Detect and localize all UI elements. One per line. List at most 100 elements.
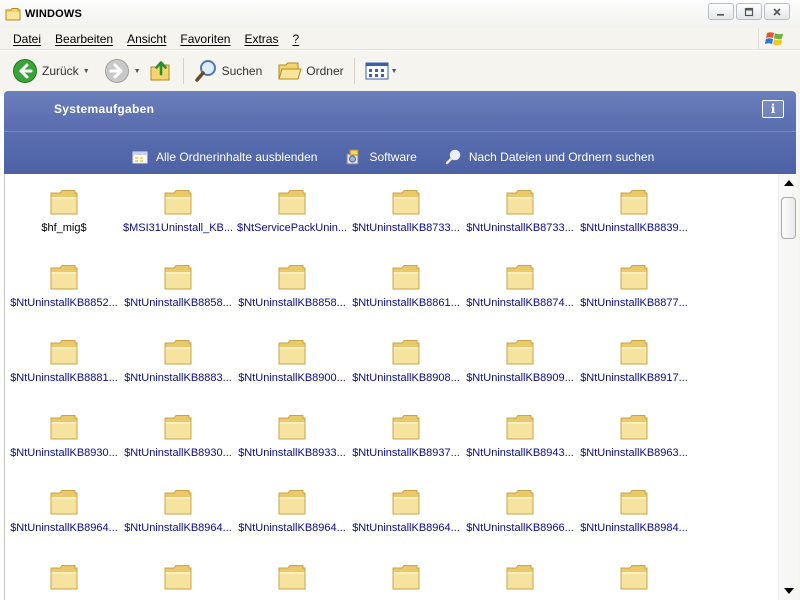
- folder-name: $NtUninstallKB8964...: [238, 522, 346, 534]
- menu-extras[interactable]: Extras: [238, 32, 286, 46]
- folder-item[interactable]: [463, 555, 577, 600]
- views-button[interactable]: ▼: [361, 55, 402, 87]
- folder-item[interactable]: $NtUninstallKB8966...: [463, 480, 577, 544]
- folder-name: $NtUninstallKB8883...: [124, 372, 232, 384]
- folder-icon: [277, 338, 307, 366]
- forward-dropdown-icon[interactable]: ▼: [134, 68, 141, 75]
- folder-item[interactable]: [7, 555, 121, 600]
- folder-item[interactable]: $NtUninstallKB8852...: [7, 255, 121, 319]
- menu-ansicht[interactable]: Ansicht: [121, 32, 174, 46]
- maximize-button[interactable]: [736, 3, 762, 20]
- folder-icon: [391, 263, 421, 291]
- folder-item[interactable]: $NtUninstallKB8861...: [349, 255, 463, 319]
- scroll-thumb[interactable]: [781, 197, 796, 239]
- folder-name: $NtUninstallKB8733...: [466, 222, 574, 234]
- folder-icon: [49, 263, 79, 291]
- task-software[interactable]: Software: [345, 149, 417, 165]
- folder-item[interactable]: $NtUninstallKB8964...: [121, 480, 235, 544]
- folder-item[interactable]: $NtUninstallKB8909...: [463, 330, 577, 394]
- folder-item[interactable]: $NtUninstallKB8858...: [121, 255, 235, 319]
- back-dropdown-icon[interactable]: ▼: [83, 68, 90, 75]
- folder-item[interactable]: $NtUninstallKB8839...: [577, 180, 691, 244]
- search-label: Suchen: [221, 64, 263, 78]
- forward-button[interactable]: ▼: [100, 55, 145, 87]
- folder-item[interactable]: $NtServicePackUnin...: [235, 180, 349, 244]
- folder-item[interactable]: $NtUninstallKB8963...: [577, 405, 691, 469]
- forward-arrow-icon: [104, 59, 129, 83]
- folder-item[interactable]: $NtUninstallKB8964...: [349, 480, 463, 544]
- folder-icon: [163, 488, 193, 516]
- folder-item[interactable]: [121, 555, 235, 600]
- scroll-up-icon[interactable]: [784, 180, 794, 186]
- folder-item[interactable]: $NtUninstallKB8964...: [235, 480, 349, 544]
- folder-item[interactable]: $NtUninstallKB8908...: [349, 330, 463, 394]
- folder-item[interactable]: $NtUninstallKB8933...: [235, 405, 349, 469]
- close-button[interactable]: [764, 3, 790, 20]
- folder-icon: [391, 413, 421, 441]
- menu-bearbeiten[interactable]: Bearbeiten: [49, 32, 121, 46]
- folder-item[interactable]: $NtUninstallKB8900...: [235, 330, 349, 394]
- minimize-button[interactable]: [708, 3, 734, 20]
- folder-item[interactable]: $NtUninstallKB8930...: [7, 405, 121, 469]
- folder-item[interactable]: $NtUninstallKB8874...: [463, 255, 577, 319]
- menu-datei[interactable]: Datei: [7, 32, 49, 46]
- folder-name: $MSI31Uninstall_KB...: [123, 222, 233, 234]
- views-dropdown-icon[interactable]: ▼: [391, 68, 398, 75]
- folder-icon: [505, 488, 535, 516]
- folder-icon: [505, 563, 535, 591]
- folder-icon: [619, 263, 649, 291]
- search-button[interactable]: Suchen: [190, 55, 267, 87]
- folder-item[interactable]: $MSI31Uninstall_KB...: [121, 180, 235, 244]
- folder-icon: [619, 488, 649, 516]
- folder-name: $NtUninstallKB8963...: [580, 447, 688, 459]
- folder-icon: [5, 8, 21, 21]
- folder-item[interactable]: $NtUninstallKB8877...: [577, 255, 691, 319]
- menu-help[interactable]: ?: [286, 32, 307, 46]
- folder-item[interactable]: $NtUninstallKB8858...: [235, 255, 349, 319]
- back-button[interactable]: Zurück ▼: [8, 55, 94, 87]
- folder-icon: [505, 263, 535, 291]
- folder-name: $NtUninstallKB8943...: [466, 447, 574, 459]
- folder-icon: [391, 563, 421, 591]
- folder-icon: [163, 188, 193, 216]
- system-tasks-pane: Systemaufgaben i Alle Ordnerinhalte ausb…: [4, 91, 796, 174]
- scroll-down-icon[interactable]: [784, 588, 794, 594]
- folder-item[interactable]: $NtUninstallKB8984...: [577, 480, 691, 544]
- software-icon: [346, 149, 359, 165]
- magnifier-icon: [194, 60, 216, 82]
- folder-item[interactable]: $NtUninstallKB8883...: [121, 330, 235, 394]
- back-arrow-icon: [13, 59, 37, 83]
- task-search-files[interactable]: Nach Dateien und Ordnern suchen: [445, 149, 654, 165]
- folder-item[interactable]: $NtUninstallKB8930...: [121, 405, 235, 469]
- folder-item[interactable]: $NtUninstallKB8733...: [349, 180, 463, 244]
- folder-name: $NtUninstallKB8861...: [352, 297, 460, 309]
- folder-item[interactable]: $NtUninstallKB8881...: [7, 330, 121, 394]
- folder-name: $NtUninstallKB8877...: [580, 297, 688, 309]
- folder-icon: [619, 338, 649, 366]
- folder-item[interactable]: $NtUninstallKB8733...: [463, 180, 577, 244]
- folder-item[interactable]: [577, 555, 691, 600]
- folder-icon: [49, 563, 79, 591]
- folder-icon: [391, 188, 421, 216]
- vertical-scrollbar[interactable]: [778, 174, 798, 600]
- folder-name: $NtUninstallKB8909...: [466, 372, 574, 384]
- folder-icon: [277, 563, 307, 591]
- info-button[interactable]: i: [762, 100, 784, 118]
- up-folder-button[interactable]: [145, 55, 177, 87]
- restore-icon: [744, 7, 754, 16]
- folder-icon: [391, 338, 421, 366]
- folder-item[interactable]: $NtUninstallKB8964...: [7, 480, 121, 544]
- menu-favoriten[interactable]: Favoriten: [174, 32, 238, 46]
- toolbar-separator: [182, 58, 184, 84]
- folder-item[interactable]: $NtUninstallKB8917...: [577, 330, 691, 394]
- folder-item[interactable]: $NtUninstallKB8937...: [349, 405, 463, 469]
- folder-item[interactable]: [349, 555, 463, 600]
- folder-item[interactable]: [235, 555, 349, 600]
- folder-icon: [163, 413, 193, 441]
- task-hide-folder-contents[interactable]: Alle Ordnerinhalte ausblenden: [132, 149, 317, 165]
- folder-item[interactable]: $hf_mig$: [7, 180, 121, 244]
- folders-button[interactable]: Ordner: [274, 55, 347, 87]
- folder-name: $NtUninstallKB8964...: [124, 522, 232, 534]
- folder-item[interactable]: $NtUninstallKB8943...: [463, 405, 577, 469]
- folder-icon: [619, 413, 649, 441]
